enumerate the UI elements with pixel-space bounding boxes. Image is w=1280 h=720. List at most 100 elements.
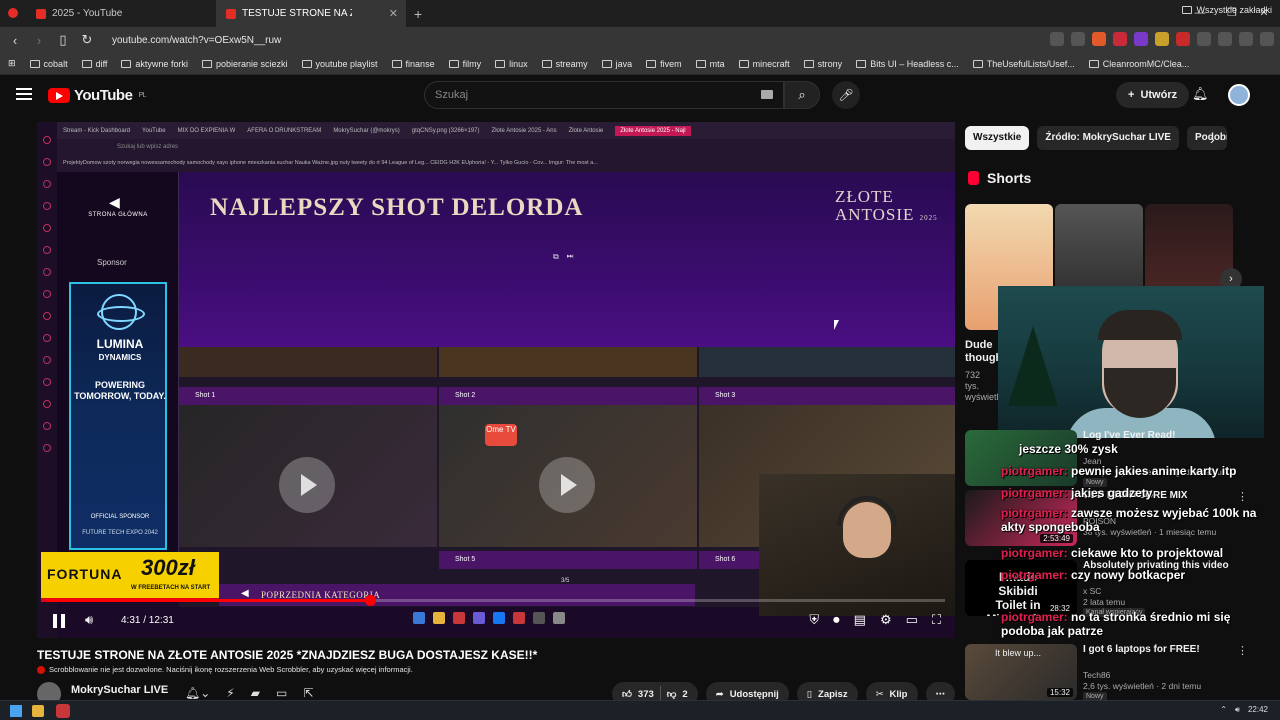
bookmark-item[interactable]: youtube playlist [301,59,378,69]
apps-icon[interactable]: ⊞ [8,58,16,69]
ext-icon[interactable] [1113,32,1127,46]
bookmark-label: mta [709,58,725,69]
progress-bar[interactable] [47,595,945,606]
previous-category-button[interactable]: ◀ POPRZEDNIA KATEGORIA [219,584,695,606]
bookmarks-bar: ⊞ cobalt diff aktywne forki pobieranie scie… [0,53,1280,75]
bookmark-item[interactable]: fivem [646,59,682,69]
volume-icon[interactable]: 🔊︎ [85,612,93,628]
bookmark-item[interactable]: diff [81,59,107,69]
chip-similar[interactable]: Podobn [1186,126,1227,150]
tray-arrow-icon[interactable]: ⌃ [1220,705,1227,715]
bookmark-item[interactable]: finanse [391,58,435,69]
bookmark-item[interactable]: cobalt [29,58,68,69]
bookmark-item[interactable]: strony [803,59,842,69]
folder-icon [738,59,749,68]
shot-card-5[interactable]: Shot 5 [439,551,697,569]
channel-name[interactable]: MokrySuchar LIVE [71,684,168,696]
play-circle-icon[interactable] [539,457,595,513]
browser-tab-2[interactable]: TESTUJE STRONE NA ZŁOTE ANTOSIE ✕ [216,0,406,27]
lightning-icon[interactable]: ⚡︎ [226,686,234,700]
share-label: Udostępnij [729,688,779,700]
fullscreen-icon[interactable]: ⛶ [932,612,941,628]
shot-card-2[interactable]: Shot 2 Ome TV [439,387,697,547]
ext-icon[interactable] [1050,32,1064,46]
ext-icon[interactable] [1155,32,1169,46]
bookmark-item[interactable]: Bits UI – Headless c... [856,59,959,69]
create-button[interactable]: + Utwórz [1116,82,1190,108]
bookmark-item[interactable]: TheUsefulLists/Usef... [972,59,1075,69]
reload-icon[interactable]: ↻ [80,32,94,48]
ext-icon[interactable] [1134,32,1148,46]
bookmark-item[interactable]: minecraft [738,59,790,69]
close-tab-icon[interactable]: ✕ [389,7,398,20]
browser-tab-1[interactable]: 2025 - YouTube [26,0,216,27]
sidebar-icon[interactable] [1218,32,1232,46]
pause-button[interactable] [53,614,65,628]
miniplayer-icon[interactable]: ▭ [906,612,918,628]
bookmark-item[interactable]: filmy [448,59,481,69]
new-tab-button[interactable]: + [414,6,422,22]
bookmark-item[interactable]: CleanroomMC/Clea... [1088,59,1189,69]
puzzle-icon[interactable] [1197,32,1211,46]
bookmark-label: cobalt [43,58,68,69]
keyboard-icon[interactable] [761,90,773,99]
subscribe-bell-icon[interactable]: 🔔︎⌄ [185,686,210,700]
volume-tray-icon[interactable]: 🔊︎ [1235,705,1240,715]
menu-icon[interactable] [1260,32,1274,46]
ext-icon[interactable] [1176,32,1190,46]
short-meta: 732 tys. wyświetl [965,370,999,402]
bookmark-item[interactable]: linux [495,59,528,69]
windows-start-icon[interactable] [10,705,22,717]
autoplay-toggle[interactable]: ⏺ [833,612,840,628]
inner-tab: MokrySuchar (@mokrys) [333,127,400,134]
notifications-bell-icon[interactable]: 🔔︎ [1192,86,1209,102]
share-out-icon[interactable]: ⇱ [303,686,313,700]
more-dots-icon: ⋯ [935,688,946,700]
youtube-logo[interactable]: YouTube PL [48,87,146,104]
browser-menu-icon[interactable] [0,5,26,23]
folder-icon [301,59,312,68]
bookmark-item[interactable]: java [601,59,632,69]
bookmark-item[interactable]: streamy [541,59,588,69]
brave-shield-icon[interactable] [1092,32,1106,46]
bookmark-label: finanse [405,58,435,69]
short-title[interactable]: Dude though [965,339,1002,365]
rec-meta: 2,6 tys. wyświetleń · 2 dni temu [1083,681,1202,691]
ext-icon[interactable] [1071,32,1085,46]
account-avatar[interactable] [1228,84,1250,106]
folder-icon [541,59,552,68]
subtitles-icon[interactable]: ▤ [854,612,866,628]
chip-all[interactable]: Wszystkie [965,126,1030,150]
play-circle-icon[interactable] [279,457,335,513]
screen-icon[interactable]: ▭ [276,686,287,700]
rec-item[interactable]: It blew up... 15:32 I got 6 laptops for … [965,644,1255,701]
back-icon[interactable]: ‹ [8,33,22,48]
voice-search-button[interactable]: 🎤︎ [832,81,860,109]
all-bookmarks[interactable]: Wszystkie zakładki [1182,5,1272,15]
bookmark-icon[interactable]: ▯ [56,32,70,48]
search-button[interactable]: ⌕ [784,81,820,109]
scissors-icon: ✂ [875,688,884,700]
shot-card-1[interactable]: Shot 1 [179,387,437,547]
video-player[interactable]: Stream - Kick Dashboard YouTube MIX DO EXP… [37,122,955,638]
browser-taskbar-icon[interactable] [56,704,70,718]
file-explorer-icon[interactable] [32,705,44,717]
forward-icon[interactable]: › [32,33,46,48]
search-input[interactable]: Szukaj [424,81,784,109]
shot-bar [179,387,437,405]
chat-user: piotrgamer: [1001,546,1068,560]
shield-icon[interactable]: ⛨ [809,612,819,628]
url-field[interactable]: youtube.com/watch?v=OExw5N__ruw [112,35,281,46]
chip-source[interactable]: Źródło: MokrySuchar LIVE [1037,126,1179,150]
save-icon[interactable]: ▰ [251,686,260,700]
settings-gear-icon[interactable]: ⚙ [880,612,892,628]
playlist-icon[interactable] [1239,32,1253,46]
menu-hamburger-icon[interactable] [16,88,32,100]
inner-tab: Złote Antosie 2025 - Ans [491,127,557,134]
bookmark-item[interactable]: pobieranie sciezki [201,59,288,69]
bookmark-item[interactable]: aktywne forki [121,59,188,69]
chevron-right-icon[interactable]: › [1210,131,1215,147]
inner-tab: AFERA O DRUNKSTREAM [247,127,322,134]
shot-strip [699,347,955,377]
bookmark-item[interactable]: mta [695,58,725,69]
